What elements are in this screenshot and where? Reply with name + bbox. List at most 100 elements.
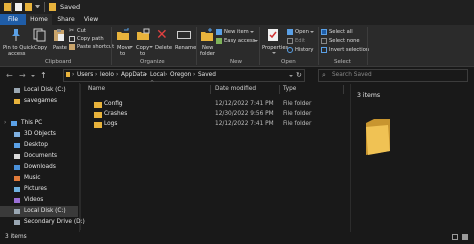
sidebar-item[interactable]: › This PC: [0, 118, 78, 129]
sidebar-item: [0, 107, 78, 118]
new-folder-icon: [201, 28, 213, 41]
history-button[interactable]: History: [295, 47, 313, 53]
breadcrumb-saved[interactable]: Saved: [198, 72, 216, 78]
breadcrumb-chevron-icon[interactable]: ›: [95, 72, 97, 78]
sidebar-item[interactable]: Documents: [0, 151, 78, 162]
easy-access-button[interactable]: Easy access: [224, 38, 255, 44]
drive-icon: [14, 209, 20, 214]
divider: [259, 27, 260, 65]
select-none-button[interactable]: Select none: [329, 38, 360, 44]
chevron-down-icon[interactable]: [272, 52, 276, 54]
tab-share[interactable]: Share: [54, 14, 78, 25]
chevron-down-icon[interactable]: [129, 46, 133, 48]
breadcrumb-chevron-icon[interactable]: ›: [193, 72, 195, 78]
sidebar-item[interactable]: Videos: [0, 195, 78, 206]
paste-shortcut-button[interactable]: Paste shortcut: [77, 44, 114, 50]
breadcrumb-leolo[interactable]: leolo: [100, 72, 114, 78]
edit-button[interactable]: Edit: [295, 38, 305, 44]
drive-icon: [14, 88, 20, 93]
sidebar-item[interactable]: Downloads: [0, 162, 78, 173]
sidebar-item[interactable]: 3D Objects: [0, 129, 78, 140]
divider: [196, 27, 197, 65]
divider: [111, 27, 112, 65]
refresh-icon[interactable]: ↻: [296, 71, 302, 79]
tab-view[interactable]: View: [80, 14, 102, 25]
sidebar-item-label: This PC: [21, 120, 43, 126]
chevron-down-icon[interactable]: [254, 40, 258, 42]
invert-selection-button[interactable]: Invert selection: [329, 47, 369, 53]
back-arrow-icon[interactable]: ←: [6, 71, 13, 80]
edit-icon: [287, 38, 293, 44]
divider[interactable]: [343, 85, 344, 94]
breadcrumb-chevron-icon[interactable]: ›: [72, 72, 74, 78]
folder-icon: [66, 72, 70, 77]
file-row[interactable]: Logs 12/12/2022 7:41 PM File folder: [84, 120, 346, 130]
properties-button[interactable]: Properties: [262, 45, 288, 51]
search-placeholder: Search Saved: [332, 72, 372, 78]
window-title: Saved: [60, 3, 81, 11]
details-view-icon[interactable]: [452, 234, 458, 240]
pin-quick-access-label: access: [8, 51, 26, 57]
new-item-icon: [216, 29, 222, 35]
expand-chevron-icon[interactable]: ›: [4, 118, 6, 129]
sidebar-item[interactable]: Music: [0, 173, 78, 184]
copy-button[interactable]: Copy: [34, 45, 47, 51]
sidebar-item[interactable]: Pictures: [0, 184, 78, 195]
cut-icon: ✂: [69, 27, 75, 34]
rename-button[interactable]: Rename: [175, 45, 196, 51]
file-type: File folder: [283, 111, 312, 117]
paste-button[interactable]: Paste: [53, 45, 67, 51]
breadcrumb-chevron-icon[interactable]: ›: [165, 72, 167, 78]
forward-arrow-icon[interactable]: →: [19, 71, 26, 80]
chevron-down-icon[interactable]: [250, 31, 254, 33]
chevron-down-icon[interactable]: [35, 5, 40, 9]
sidebar-scrollbar[interactable]: [79, 84, 81, 230]
divider[interactable]: [210, 85, 211, 94]
copy-path-button[interactable]: Copy path: [77, 36, 104, 42]
new-item-button[interactable]: New item: [224, 29, 249, 35]
breadcrumb-oregon[interactable]: Oregon: [170, 72, 191, 78]
sidebar-list: Local Disk (C:) savegames › This PC 3D Objec…: [0, 85, 85, 228]
sidebar-item-label: Pictures: [24, 186, 47, 192]
properties-icon[interactable]: [15, 3, 22, 11]
file-name: Config: [104, 101, 123, 107]
folder-icon: [94, 102, 102, 108]
address-dropdown-icon[interactable]: [289, 75, 293, 77]
select-none-icon: [321, 38, 327, 44]
tab-file[interactable]: File: [0, 14, 26, 25]
column-header-type[interactable]: Type: [283, 86, 296, 92]
breadcrumb-local[interactable]: Local: [150, 72, 165, 78]
breadcrumb-appdata[interactable]: AppData: [121, 72, 146, 78]
sidebar-item[interactable]: savegames: [0, 96, 78, 107]
select-all-button[interactable]: Select all: [329, 29, 353, 35]
cut-button[interactable]: Cut: [77, 28, 86, 34]
column-header-name[interactable]: Name: [88, 86, 105, 92]
chevron-down-icon[interactable]: [149, 46, 153, 48]
copy-path-icon: [69, 36, 75, 42]
breadcrumb-chevron-icon[interactable]: ›: [116, 72, 118, 78]
delete-button[interactable]: Delete: [155, 45, 172, 51]
sidebar-item[interactable]: Local Disk (C:): [0, 206, 78, 217]
breadcrumb-users[interactable]: Users: [77, 72, 93, 78]
divider: [11, 2, 12, 12]
chevron-down-icon[interactable]: [310, 31, 314, 33]
sidebar-item[interactable]: Secondary Drive (D:): [0, 217, 85, 228]
file-row[interactable]: Crashes 12/30/2022 9:56 PM File folder: [84, 110, 346, 120]
large-icons-view-icon[interactable]: [462, 234, 468, 240]
tab-home[interactable]: Home: [26, 14, 52, 25]
new-folder-icon[interactable]: [25, 3, 32, 11]
recent-locations-chevron-icon[interactable]: [31, 75, 35, 77]
column-header-date[interactable]: Date modified: [215, 86, 256, 92]
file-row[interactable]: Config 12/12/2022 7:41 PM File folder: [84, 100, 346, 110]
music-icon: [14, 176, 20, 181]
sidebar-item[interactable]: Local Disk (C:): [0, 85, 78, 96]
downloads-icon: [14, 165, 20, 170]
open-button[interactable]: Open: [295, 29, 309, 35]
file-date-modified: 12/12/2022 7:41 PM: [215, 101, 274, 107]
breadcrumb-chevron-icon[interactable]: ›: [145, 72, 147, 78]
divider[interactable]: [279, 85, 280, 94]
sidebar-item[interactable]: Desktop: [0, 140, 78, 151]
up-arrow-icon[interactable]: ↑: [40, 71, 47, 80]
sidebar-item-label: Local Disk (C:): [24, 208, 66, 214]
folder-preview-icon: [366, 119, 390, 155]
